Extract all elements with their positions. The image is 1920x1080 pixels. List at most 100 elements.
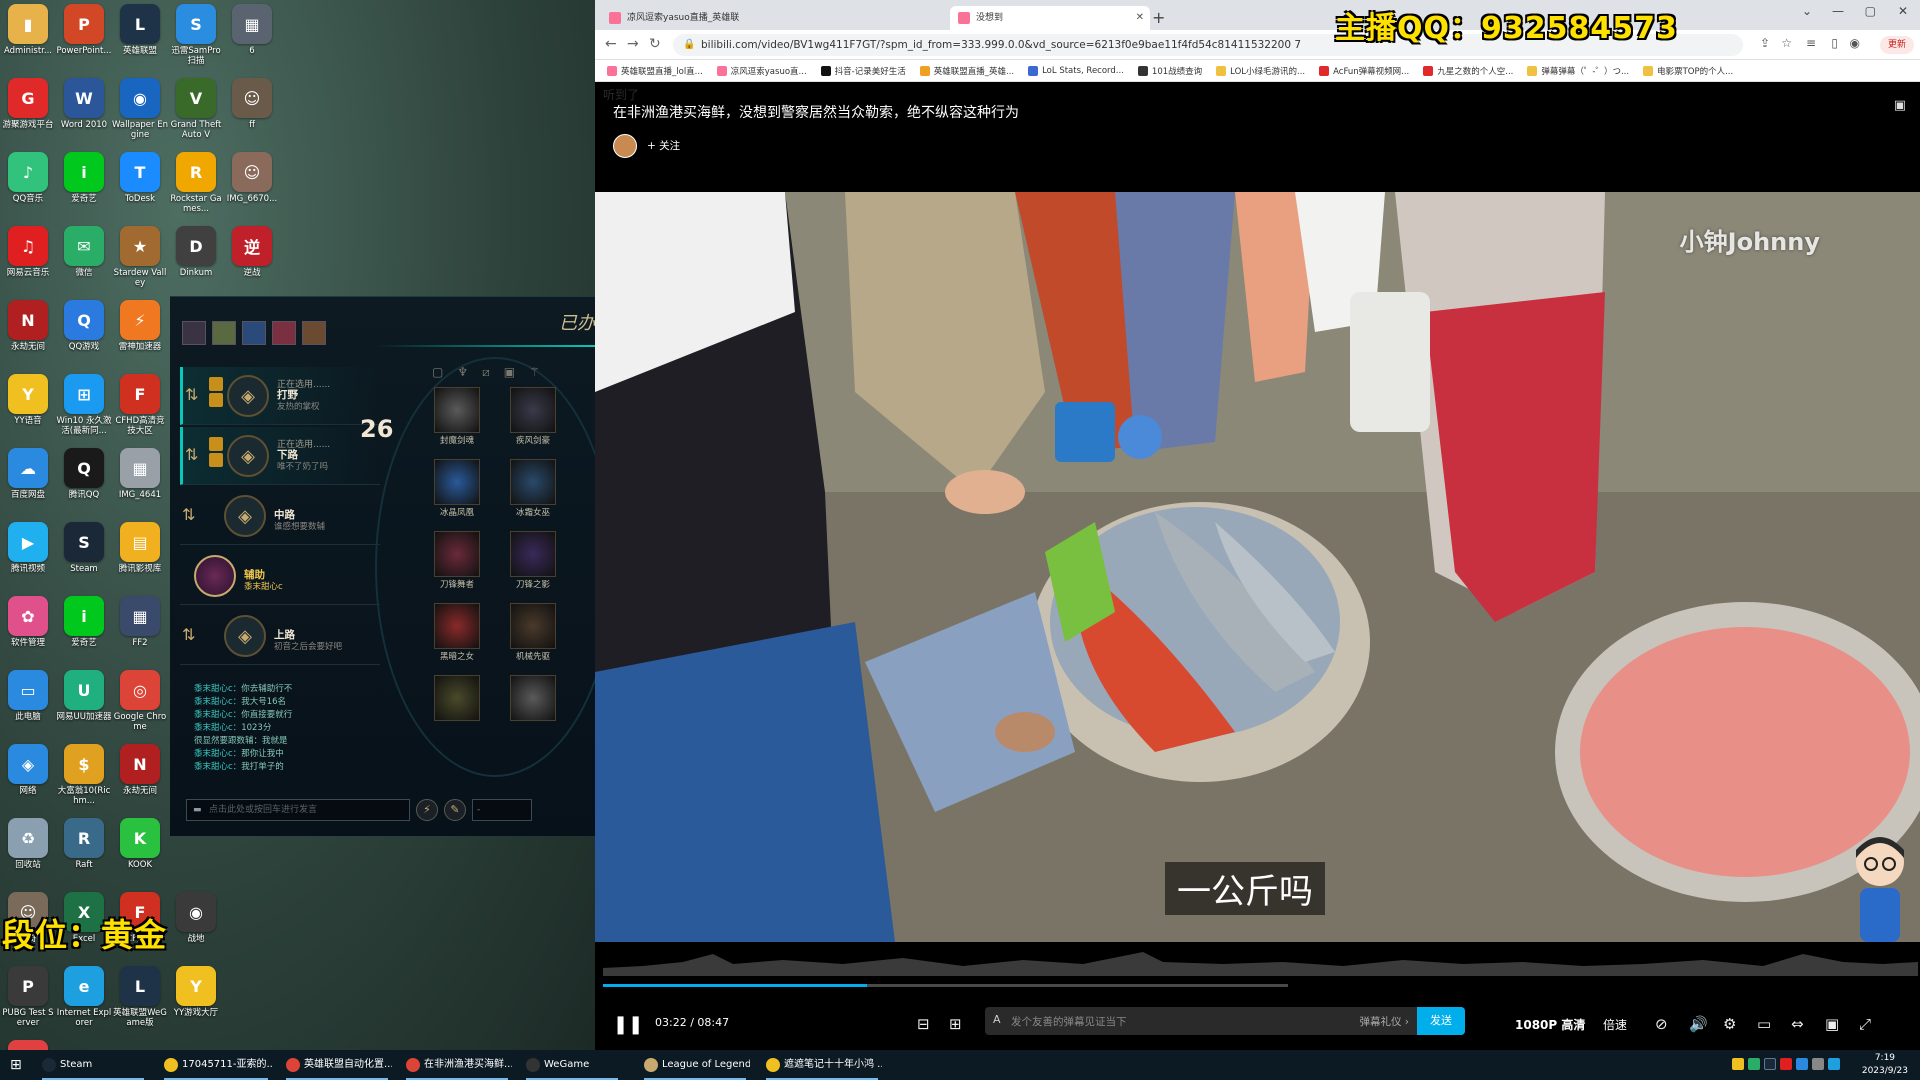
bookmark-item[interactable]: 凉风逗索yasuo直... (716, 65, 807, 77)
desktop-icon[interactable]: F CFHD高清竞技大区 (112, 374, 168, 436)
champion-tile[interactable]: 冰晶凤凰 (432, 459, 482, 518)
desktop-icon[interactable]: ▤ 腾讯影视库 (112, 522, 168, 574)
pip-icon[interactable]: ▭ (1757, 1015, 1771, 1033)
filter-all-icon[interactable]: ▢ (432, 365, 443, 380)
filter-support-icon[interactable]: ⚚ (529, 365, 540, 380)
desktop-icon[interactable]: Y YY语音 (0, 374, 56, 426)
desktop-icon[interactable]: ☁ 百度网盘 (0, 448, 56, 500)
fullscreen-icon[interactable]: ⤢ (1859, 1015, 1871, 1033)
taskbar-clock[interactable]: 7:19 2023/9/23 (1862, 1052, 1908, 1078)
champion-tile[interactable] (508, 675, 558, 722)
desktop-icon[interactable]: $ 大富翁10(Richm... (56, 744, 112, 806)
taskbar-item[interactable]: League of Legends (640, 1050, 750, 1080)
swap-position-icon[interactable]: ⇅ (182, 625, 195, 644)
tray-steam-icon[interactable] (1764, 1058, 1776, 1070)
desktop-icon[interactable]: ♫ 网易云音乐 (0, 226, 56, 278)
desktop-icon[interactable]: ▦ FF2 (112, 596, 168, 648)
taskbar-item[interactable]: 在非洲渔港买海鲜... (402, 1050, 512, 1080)
tab-video[interactable]: 没想到 ✕ (950, 6, 1150, 30)
close-window-icon[interactable]: ✕ (1898, 4, 1908, 18)
desktop-icon[interactable]: ▦ IMG_4641 (112, 448, 168, 500)
desktop-icon[interactable]: ☺ ff (224, 78, 280, 130)
desktop-icon[interactable]: ◈ 网络 (0, 744, 56, 796)
tray-input-icon[interactable] (1828, 1058, 1840, 1070)
desktop-icon[interactable]: ★ Stardew Valley (112, 226, 168, 288)
rune-select[interactable]: - (472, 799, 532, 821)
chat-input[interactable]: 点击此处或按回车进行发言 (186, 799, 410, 821)
desktop-icon[interactable]: ✉ 微信 (56, 226, 112, 278)
volume-icon[interactable]: 🔊 (1689, 1015, 1708, 1033)
desktop-icon[interactable]: U 网易UU加速器 (56, 670, 112, 722)
font-style-icon[interactable]: A (993, 1013, 1001, 1026)
desktop-icon[interactable]: ▭ 此电脑 (0, 670, 56, 722)
desktop-icon[interactable]: D Dinkum (168, 226, 224, 278)
profile-icon[interactable]: ◉ (1850, 36, 1860, 50)
taskbar-item[interactable]: Steam (38, 1050, 148, 1080)
close-tab-icon[interactable]: ✕ (1136, 6, 1144, 30)
desktop-icon[interactable]: Q 腾讯QQ (56, 448, 112, 500)
send-button[interactable]: 发送 (1417, 1007, 1465, 1035)
bookmark-item[interactable]: 101战绩查询 (1137, 65, 1202, 77)
desktop-icon[interactable]: R Rockstar Games... (168, 152, 224, 214)
champion-tile[interactable] (432, 675, 482, 722)
desktop-icon[interactable]: e Internet Explorer (56, 966, 112, 1028)
danmaku-etiquette-link[interactable]: 弹幕礼仪 › (1359, 1014, 1409, 1029)
bookmark-item[interactable]: 电影票TOP的个人... (1643, 65, 1733, 77)
taskbar-item[interactable]: 遮遮笔记十十年小鸿 ... (762, 1050, 882, 1080)
share-icon[interactable]: ⇪ (1760, 36, 1770, 50)
team-member-row[interactable]: 辅助 黍末甜心c (180, 547, 380, 605)
desktop-icon[interactable]: K KOOK (112, 818, 168, 870)
quality-button[interactable]: 1080P 高清 (1515, 1016, 1585, 1033)
reload-icon[interactable]: ↻ (649, 36, 661, 52)
bookmark-item[interactable]: AcFun弹幕视频网... (1319, 65, 1409, 77)
lock-icon[interactable]: 🔒 (683, 34, 695, 56)
champion-tile[interactable]: 刀锋舞者 (432, 531, 482, 590)
desktop-icon[interactable]: P PUBG Test Server (0, 966, 56, 1028)
desktop-icon[interactable]: P PowerPoint... (56, 4, 112, 56)
champion-tile[interactable]: 冰霜女巫 (508, 459, 558, 518)
swap-position-icon[interactable]: ⇅ (185, 385, 198, 404)
desktop-icon[interactable]: L 英雄联盟WeGame版 (112, 966, 168, 1028)
maximize-icon[interactable]: ▢ (1865, 4, 1876, 18)
team-member-row[interactable]: ⇅ ◈ 正在选用...... 下路 唯不了奶了吗 (180, 427, 380, 485)
desktop-icon[interactable]: ♪ QQ音乐 (0, 152, 56, 204)
champion-tile[interactable]: 封魔剑魂 (432, 387, 482, 446)
desktop-icon[interactable]: R Raft (56, 818, 112, 870)
emote-icon[interactable]: ⚡ (416, 799, 438, 821)
desktop-icon[interactable]: Y YY游戏大厅 (168, 966, 224, 1018)
update-button[interactable]: 更新 (1879, 36, 1914, 54)
champion-tile[interactable]: 疾风剑豪 (508, 387, 558, 446)
tray-volume-icon[interactable] (1812, 1058, 1824, 1070)
side-panel-icon[interactable]: ▯ (1831, 36, 1838, 50)
tray-music-icon[interactable] (1780, 1058, 1792, 1070)
desktop-icon[interactable]: S Steam (56, 522, 112, 574)
reading-list-icon[interactable]: ≡ (1806, 36, 1816, 50)
forward-icon[interactable]: → (627, 36, 639, 52)
bookmark-item[interactable]: 抖音-记录美好生活 (820, 65, 906, 77)
speed-button[interactable]: 倍速 (1603, 1016, 1627, 1033)
tray-network-icon[interactable] (1796, 1058, 1808, 1070)
start-icon[interactable]: ⊞ (10, 1057, 22, 1073)
team-member-row[interactable]: ⇅ ◈ 中路 谁感想要数辅 (180, 487, 380, 545)
video-player[interactable]: 小钟Johnny 一公斤吗 (595, 192, 1920, 942)
widescreen-icon[interactable]: ⇔ (1791, 1015, 1804, 1033)
bookmark-item[interactable]: 英雄联盟直播_lol直... (607, 65, 703, 77)
desktop-icon[interactable]: T ToDesk (112, 152, 168, 204)
tab-stream[interactable]: 凉风逗索yasuo直播_英雄联 (601, 6, 801, 30)
desktop-icon[interactable]: N 永劫无间 (0, 300, 56, 352)
team-member-row[interactable]: ⇅ ◈ 上路 初音之后会要好吧 (180, 607, 380, 665)
ward-skin-icon[interactable]: ✎ (444, 799, 466, 821)
message-icon[interactable]: ▣ (1894, 98, 1906, 113)
danmaku-toggle-icon[interactable]: ⊟ (917, 1015, 930, 1033)
champion-tile[interactable]: 机械先驱 (508, 603, 558, 662)
champion-tile[interactable]: 黑暗之女 (432, 603, 482, 662)
team-member-row[interactable]: ⇅ ◈ 正在选用...... 打野 友热的掌权 (180, 367, 380, 425)
desktop-icon[interactable]: ✿ 软件管理 (0, 596, 56, 648)
bookmark-star-icon[interactable]: ☆ (1781, 36, 1792, 50)
subtitle-off-icon[interactable]: ⊘ (1655, 1015, 1668, 1033)
desktop-icon[interactable]: 逆逆战 (224, 226, 280, 278)
bookmark-item[interactable]: 九星之数的个人空... (1423, 65, 1513, 77)
desktop-icon[interactable]: ◎ Google Chrome (112, 670, 168, 732)
follow-button[interactable]: + 关注 (647, 138, 680, 153)
danmaku-input[interactable]: A 发个友善的弹幕见证当下 弹幕礼仪 › 发送 (985, 1007, 1465, 1035)
